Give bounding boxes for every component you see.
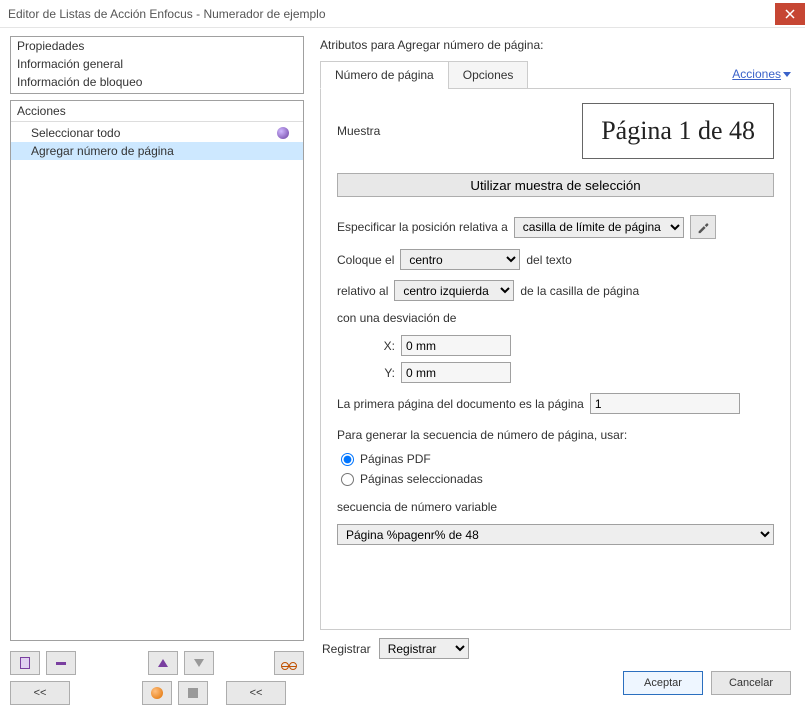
tab-body: Muestra Página 1 de 48 Utilizar muestra … [320,89,791,630]
new-doc-button[interactable] [10,651,40,675]
radio-selected-pages[interactable] [341,473,354,486]
tab-page-number[interactable]: Número de página [320,61,449,89]
relative-select[interactable]: centro izquierda [394,280,514,301]
y-label: Y: [379,366,395,380]
move-down-button[interactable] [184,651,214,675]
status-dot-icon [277,127,289,139]
move-up-button[interactable] [148,651,178,675]
window-title: Editor de Listas de Acción Enfocus - Num… [8,7,775,21]
tab-row: Número de página Opciones Acciones [320,60,791,89]
stop-button[interactable] [178,681,208,705]
spec-pos-select[interactable]: casilla de límite de página [514,217,684,238]
eyedropper-button[interactable] [690,215,716,239]
stop-icon [188,688,198,698]
registrar-row: Registrar Registrar [320,630,791,659]
x-label: X: [379,339,395,353]
glasses-icon [282,659,296,667]
seq-gen-label: Para generar la secuencia de número de p… [337,428,627,442]
actions-list[interactable]: Seleccionar todo Agregar número de págin… [11,122,303,640]
use-selection-sample-button[interactable]: Utilizar muestra de selección [337,173,774,197]
close-button[interactable] [775,3,805,25]
relative-label: relativo al [337,284,388,298]
record-button[interactable] [142,681,172,705]
first-page-input[interactable] [590,393,740,414]
first-page-label: La primera página del documento es la pá… [337,397,584,411]
registrar-select[interactable]: Registrar [379,638,469,659]
y-input[interactable] [401,362,511,383]
properties-listbox[interactable]: Propiedades Información general Informac… [10,36,304,94]
var-seq-select[interactable]: Página %pagenr% de 48 [337,524,774,545]
radio-pdf-label: Páginas PDF [360,452,431,466]
preview-button[interactable] [274,651,304,675]
registrar-label: Registrar [322,642,371,656]
dialog-footer: Aceptar Cancelar [320,659,791,703]
tab-options[interactable]: Opciones [448,61,529,89]
var-seq-label: secuencia de número variable [337,500,497,514]
triangle-down-icon [194,659,204,667]
cancel-button[interactable]: Cancelar [711,671,791,695]
action-label: Agregar número de página [31,144,297,158]
place-label: Coloque el [337,253,394,267]
left-panel: Propiedades Información general Informac… [0,28,310,713]
attributes-heading: Atributos para Agregar número de página: [320,38,791,52]
rewind2-button[interactable]: << [226,681,286,705]
props-item[interactable]: Información general [11,55,303,73]
right-panel: Atributos para Agregar número de página:… [310,28,805,713]
radio-selected-label: Páginas seleccionadas [360,472,483,486]
ok-button[interactable]: Aceptar [623,671,703,695]
relative-after-label: de la casilla de página [520,284,639,298]
chevron-down-icon [783,72,791,77]
close-icon [785,9,795,19]
action-label: Seleccionar todo [31,126,277,140]
minus-icon [56,662,66,665]
remove-button[interactable] [46,651,76,675]
sample-label: Muestra [337,124,380,138]
triangle-up-icon [158,659,168,667]
document-icon [20,657,30,669]
actions-header: Acciones [11,101,303,122]
props-item[interactable]: Información de bloqueo [11,73,303,91]
actions-listbox: Acciones Seleccionar todo Agregar número… [10,100,304,641]
left-toolbar: << << [10,647,304,705]
sample-preview: Página 1 de 48 [582,103,774,159]
rewind-button[interactable]: << [10,681,70,705]
eyedropper-icon [696,220,710,234]
action-row[interactable]: Seleccionar todo [11,124,303,142]
x-input[interactable] [401,335,511,356]
radio-pdf-pages[interactable] [341,453,354,466]
deviation-label: con una desviación de [337,311,456,325]
place-select[interactable]: centro [400,249,520,270]
spec-pos-label: Especificar la posición relativa a [337,220,508,234]
actions-dropdown-link[interactable]: Acciones [732,63,791,85]
record-icon [151,687,163,699]
titlebar: Editor de Listas de Acción Enfocus - Num… [0,0,805,28]
action-row[interactable]: Agregar número de página [11,142,303,160]
actions-link-label: Acciones [732,67,781,81]
place-after-label: del texto [526,253,571,267]
props-item[interactable]: Propiedades [11,37,303,55]
